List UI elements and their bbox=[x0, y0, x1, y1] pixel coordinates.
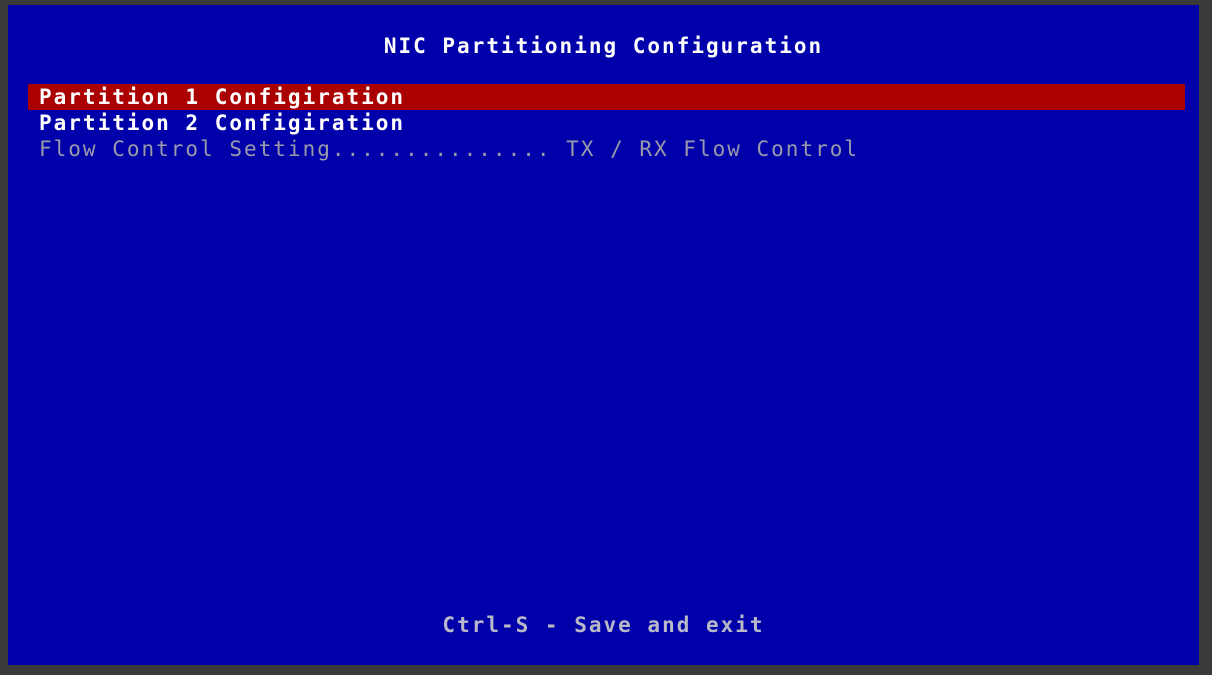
menu-list: Partition 1 Configiration Partition 2 Co… bbox=[28, 84, 1185, 162]
menu-item-partition-2[interactable]: Partition 2 Configiration bbox=[28, 110, 1185, 136]
footer-hint: Ctrl-S - Save and exit bbox=[442, 613, 765, 637]
screen-title: NIC Partitioning Configuration bbox=[383, 34, 824, 58]
menu-item-flow-control[interactable]: Flow Control Setting............... TX /… bbox=[28, 136, 1185, 162]
menu-item-partition-1[interactable]: Partition 1 Configiration bbox=[28, 84, 1185, 110]
bios-screen: NIC Partitioning Configuration Partition… bbox=[8, 5, 1199, 665]
